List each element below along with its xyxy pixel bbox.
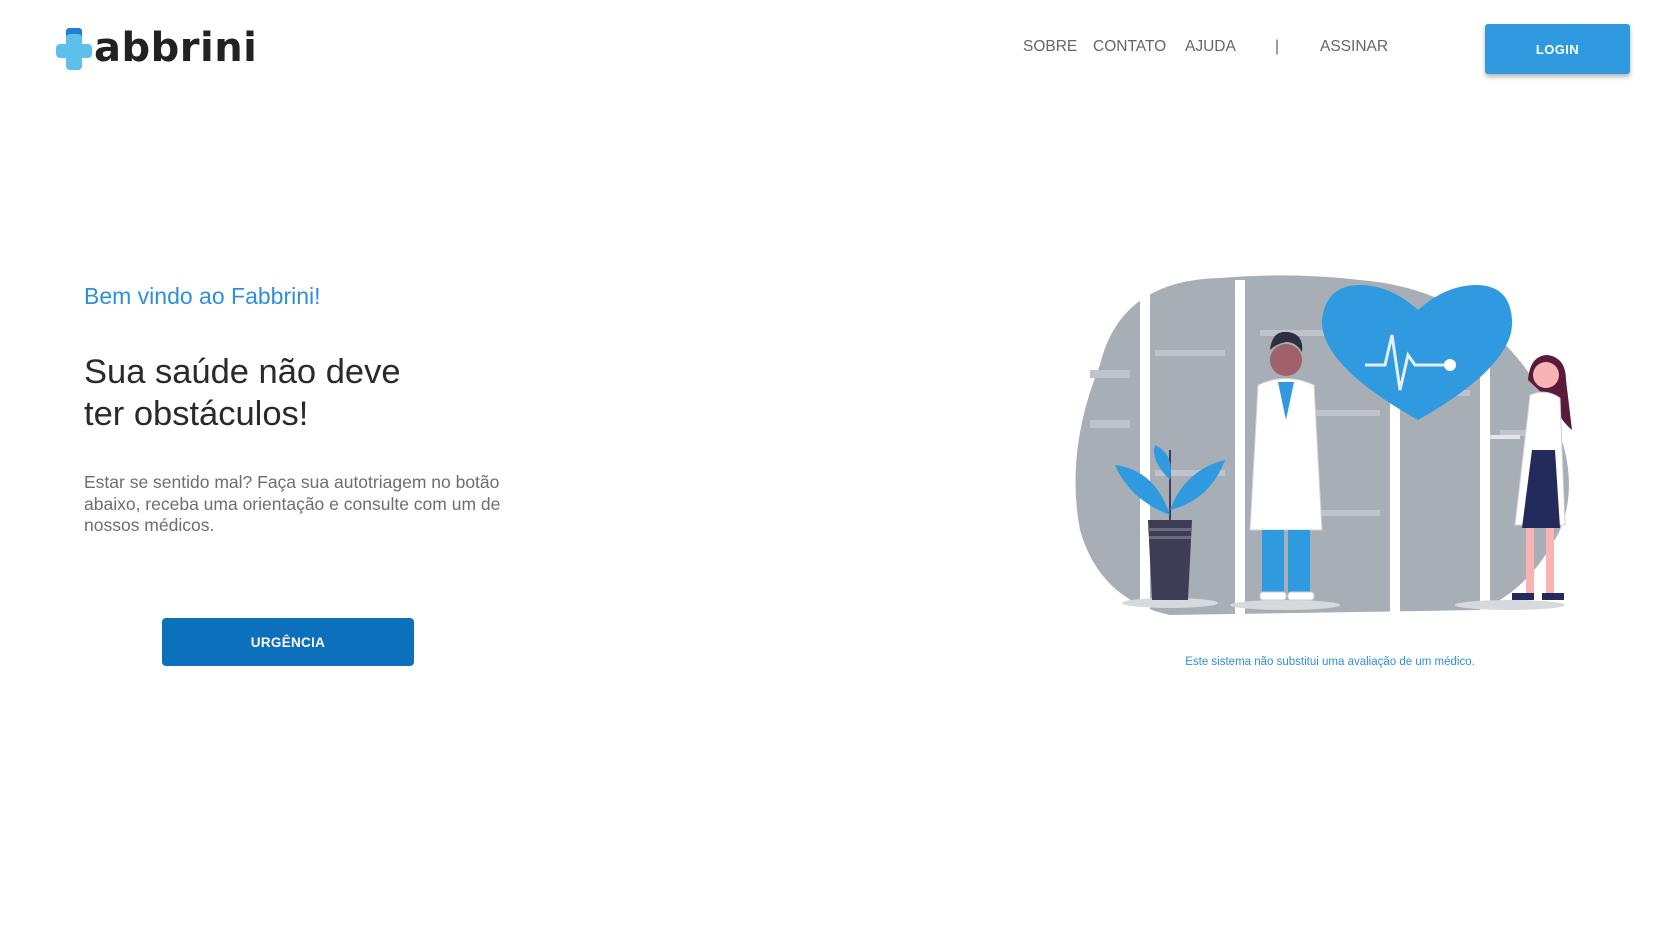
doctors-illustration bbox=[1075, 275, 1572, 615]
nav-contato-link[interactable]: CONTATO bbox=[1093, 38, 1166, 56]
nav-divider: | bbox=[1275, 38, 1280, 55]
window-panel bbox=[1140, 280, 1150, 615]
nav-assinar-link[interactable]: ASSINAR bbox=[1320, 38, 1388, 56]
welcome-title: Bem vindo ao Fabbrini! bbox=[84, 283, 321, 309]
nav-ajuda-link[interactable]: AJUDA bbox=[1185, 38, 1236, 56]
headline-line-1: Sua saúde não deve bbox=[84, 353, 401, 391]
nav-sobre-link[interactable]: SOBRE bbox=[1023, 38, 1077, 56]
headline-line-2: ter obstáculos! bbox=[84, 395, 309, 433]
hero-description: Estar se sentido mal? Faça sua autotriag… bbox=[84, 472, 501, 535]
hero-headline: Sua saúde não deve ter obstáculos! bbox=[84, 351, 504, 435]
window-panel bbox=[1235, 280, 1245, 615]
logo-text: abbrini bbox=[94, 25, 258, 71]
medical-cross-icon bbox=[56, 28, 92, 70]
disclaimer-text: Este sistema não substitui uma avaliação… bbox=[1185, 656, 1475, 668]
login-button[interactable]: LOGIN bbox=[1485, 24, 1630, 74]
urgency-button[interactable]: URGÊNCIA bbox=[162, 618, 414, 666]
